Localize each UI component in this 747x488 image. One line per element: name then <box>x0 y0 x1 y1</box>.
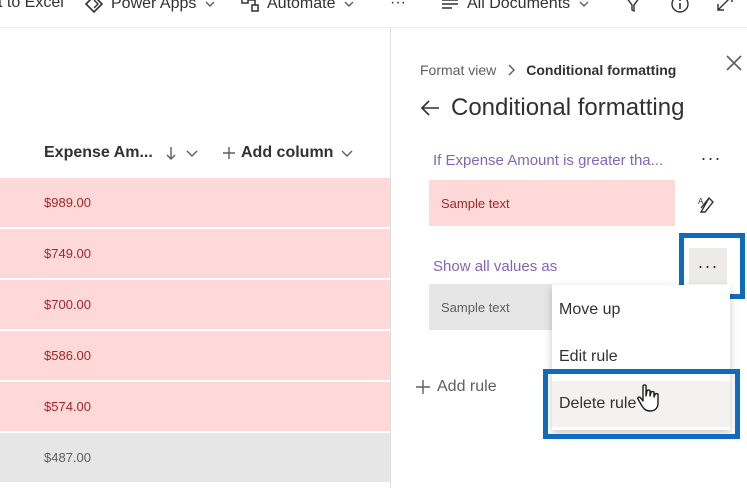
menu-item-label: Move up <box>559 301 621 318</box>
export-to-excel-button[interactable]: t to Excel <box>0 0 64 12</box>
table-row[interactable]: $700.00 <box>0 280 390 330</box>
close-icon[interactable] <box>723 52 745 74</box>
panel-title: Conditional formatting <box>419 94 684 122</box>
automate-icon <box>241 0 259 12</box>
chevron-down-icon <box>186 150 198 157</box>
breadcrumb: Format view Conditional formatting <box>420 62 676 78</box>
menu-item-move-up[interactable]: Move up <box>552 287 730 333</box>
power-apps-label: Power Apps <box>111 0 197 12</box>
chevron-down-icon <box>579 1 589 7</box>
table-row[interactable]: $749.00 <box>0 229 390 279</box>
rule-1-sample: Sample text <box>429 180 675 226</box>
expand-button[interactable] <box>716 0 741 12</box>
expense-amount-cell: $574.00 <box>44 399 91 414</box>
rule-2-sample: Sample text <box>429 284 553 330</box>
column-header-label: Expense Am... <box>44 144 153 161</box>
automate-label: Automate <box>267 0 336 12</box>
expense-amount-cell: $586.00 <box>44 348 91 363</box>
expense-amount-cell: $989.00 <box>44 195 91 210</box>
table-row[interactable]: $487.00 <box>0 433 390 483</box>
panel-title-text: Conditional formatting <box>451 94 685 121</box>
sort-descending-icon <box>166 147 176 160</box>
power-apps-icon <box>84 0 104 14</box>
rule-1-more-button[interactable]: ··· <box>697 148 725 169</box>
svg-text:A: A <box>698 197 704 206</box>
breadcrumb-format-view[interactable]: Format view <box>420 62 496 78</box>
command-bar: t to Excel Power Apps Automate ··· All D… <box>0 0 747 28</box>
list-view-icon <box>442 0 458 9</box>
add-rule-label: Add rule <box>437 378 497 395</box>
export-label: t to Excel <box>0 0 64 11</box>
chevron-down-icon <box>341 150 353 157</box>
table-row[interactable]: $574.00 <box>0 382 390 432</box>
rule-2-sample-text: Sample text <box>441 299 510 315</box>
more-icon: ··· <box>390 0 406 11</box>
power-apps-button[interactable]: Power Apps <box>84 0 223 14</box>
table-row[interactable]: $586.00 <box>0 331 390 381</box>
breadcrumb-current: Conditional formatting <box>526 62 677 78</box>
view-label: All Documents <box>467 0 571 12</box>
more-commands-button[interactable]: ··· <box>390 0 406 12</box>
expense-amount-cell: $487.00 <box>44 450 91 465</box>
rule-1-sample-text: Sample text <box>441 195 510 211</box>
expense-amount-column-header[interactable]: Expense Am... <box>44 144 199 162</box>
filter-icon <box>627 0 639 13</box>
chevron-down-icon <box>344 1 354 7</box>
expense-amount-cell: $749.00 <box>44 246 91 261</box>
add-rule-button[interactable]: Add rule <box>415 378 497 396</box>
automate-button[interactable]: Automate <box>240 0 362 14</box>
expense-amount-cell: $700.00 <box>44 297 91 312</box>
format-painter-icon[interactable]: A <box>697 194 717 216</box>
back-arrow-icon[interactable] <box>419 98 441 118</box>
add-column-label: Add column <box>241 144 334 161</box>
plus-icon <box>416 380 430 394</box>
filter-button[interactable] <box>624 0 649 14</box>
expand-icon <box>717 0 733 11</box>
info-button[interactable] <box>670 0 697 14</box>
chevron-right-icon <box>508 64 516 76</box>
rule-1-condition[interactable]: If Expense Amount is greater tha... <box>433 152 663 169</box>
plus-icon <box>223 147 235 159</box>
list-view: Expense Am... Add column $989.00 $749.00… <box>0 28 390 488</box>
info-icon <box>671 0 689 13</box>
rule-2-condition[interactable]: Show all values as <box>433 258 557 275</box>
table-row[interactable]: $989.00 <box>0 178 390 228</box>
chevron-down-icon <box>205 1 215 7</box>
menu-item-label: Edit rule <box>559 348 618 365</box>
add-column-button[interactable]: Add column <box>222 144 354 162</box>
hand-cursor-icon <box>637 384 659 412</box>
view-switcher[interactable]: All Documents <box>440 0 597 14</box>
